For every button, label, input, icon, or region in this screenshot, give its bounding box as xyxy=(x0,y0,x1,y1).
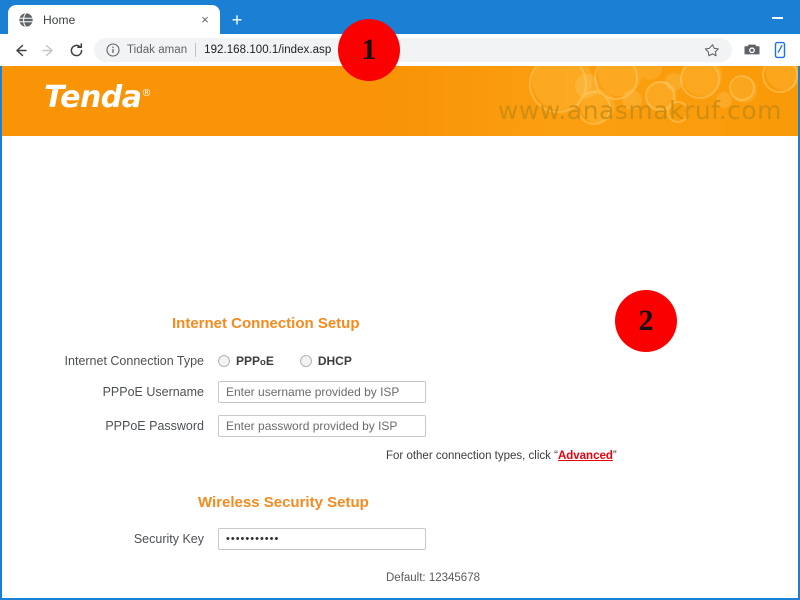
pppoe-username-input[interactable] xyxy=(218,381,426,403)
label-pppoe-password: PPPoE Password xyxy=(105,419,204,433)
row-pppoe-password: PPPoE Password xyxy=(2,415,426,437)
radio-dot-pppoe[interactable] xyxy=(218,355,230,367)
registered-mark-icon: ® xyxy=(141,88,152,99)
security-key-input[interactable] xyxy=(218,528,426,550)
advanced-link[interactable]: Advanced xyxy=(558,450,613,462)
device-phone-icon[interactable] xyxy=(766,36,794,64)
tenda-banner: Tenda® www.anasmakruf.com xyxy=(2,66,798,136)
radio-option-pppoe[interactable]: PPPoE xyxy=(218,354,274,368)
section-title-internet: Internet Connection Setup xyxy=(172,315,360,332)
label-pppoe-username: PPPoE Username xyxy=(102,385,204,399)
new-tab-button[interactable]: + xyxy=(226,9,248,31)
browser-tab-home[interactable]: Home × xyxy=(8,5,220,34)
row-security-key: Security Key xyxy=(2,528,426,550)
screenshot-root: Home × + Tidak aman 192.168.100.1/index.… xyxy=(0,0,800,600)
star-icon[interactable] xyxy=(697,43,720,58)
omnibox-divider xyxy=(195,43,197,57)
forward-arrow-icon[interactable] xyxy=(34,36,62,64)
security-status-text: Tidak aman xyxy=(127,44,188,56)
tenda-logo: Tenda® xyxy=(44,80,152,115)
label-connection-type: Internet Connection Type xyxy=(64,354,204,368)
advanced-hint-prefix: For other connection types, click “ xyxy=(386,450,558,462)
annotation-badge-2: 2 xyxy=(615,290,677,352)
page-viewport: Tenda® www.anasmakruf.com Internet Conne… xyxy=(2,66,798,598)
radio-dot-dhcp[interactable] xyxy=(299,355,312,367)
tenda-logo-text: Tenda xyxy=(44,80,142,115)
address-bar[interactable]: Tidak aman 192.168.100.1/index.asp xyxy=(94,38,732,62)
window-controls xyxy=(754,0,800,34)
url-text: 192.168.100.1/index.asp xyxy=(204,44,332,56)
back-arrow-icon[interactable] xyxy=(6,36,34,64)
advanced-hint-suffix: ” xyxy=(612,450,617,462)
reload-icon[interactable] xyxy=(62,36,90,64)
advanced-hint: For other connection types, click “Advan… xyxy=(386,450,617,462)
tab-title: Home xyxy=(43,12,76,27)
radio-label-dhcp: DHCP xyxy=(317,354,352,368)
connection-type-radio-group: PPPoE DHCP xyxy=(218,354,378,368)
radio-option-dhcp[interactable]: DHCP xyxy=(299,354,352,368)
row-connection-type: Internet Connection Type PPPoE DHCP xyxy=(2,350,378,372)
section-title-wireless: Wireless Security Setup xyxy=(198,494,369,511)
row-pppoe-username: PPPoE Username xyxy=(2,381,426,403)
label-security-key: Security Key xyxy=(133,532,204,546)
router-setup-form: Internet Connection Setup Internet Conne… xyxy=(2,136,798,598)
globe-icon xyxy=(18,12,34,28)
browser-toolbar: Tidak aman 192.168.100.1/index.asp xyxy=(0,34,800,66)
browser-titlebar: Home × + xyxy=(0,0,800,34)
camera-icon[interactable] xyxy=(738,36,766,64)
browser-window: Home × + Tidak aman 192.168.100.1/index.… xyxy=(0,0,800,600)
default-key-hint: Default: 12345678 xyxy=(386,572,480,584)
annotation-badge-1: 1 xyxy=(338,19,400,81)
pppoe-password-input[interactable] xyxy=(218,415,426,437)
banner-watermark: www.anasmakruf.com xyxy=(497,96,782,125)
radio-label-pppoe: PPPoE xyxy=(236,354,274,368)
minimize-icon[interactable] xyxy=(754,0,800,30)
close-icon[interactable]: × xyxy=(196,11,214,29)
info-circle-icon[interactable] xyxy=(106,43,120,57)
